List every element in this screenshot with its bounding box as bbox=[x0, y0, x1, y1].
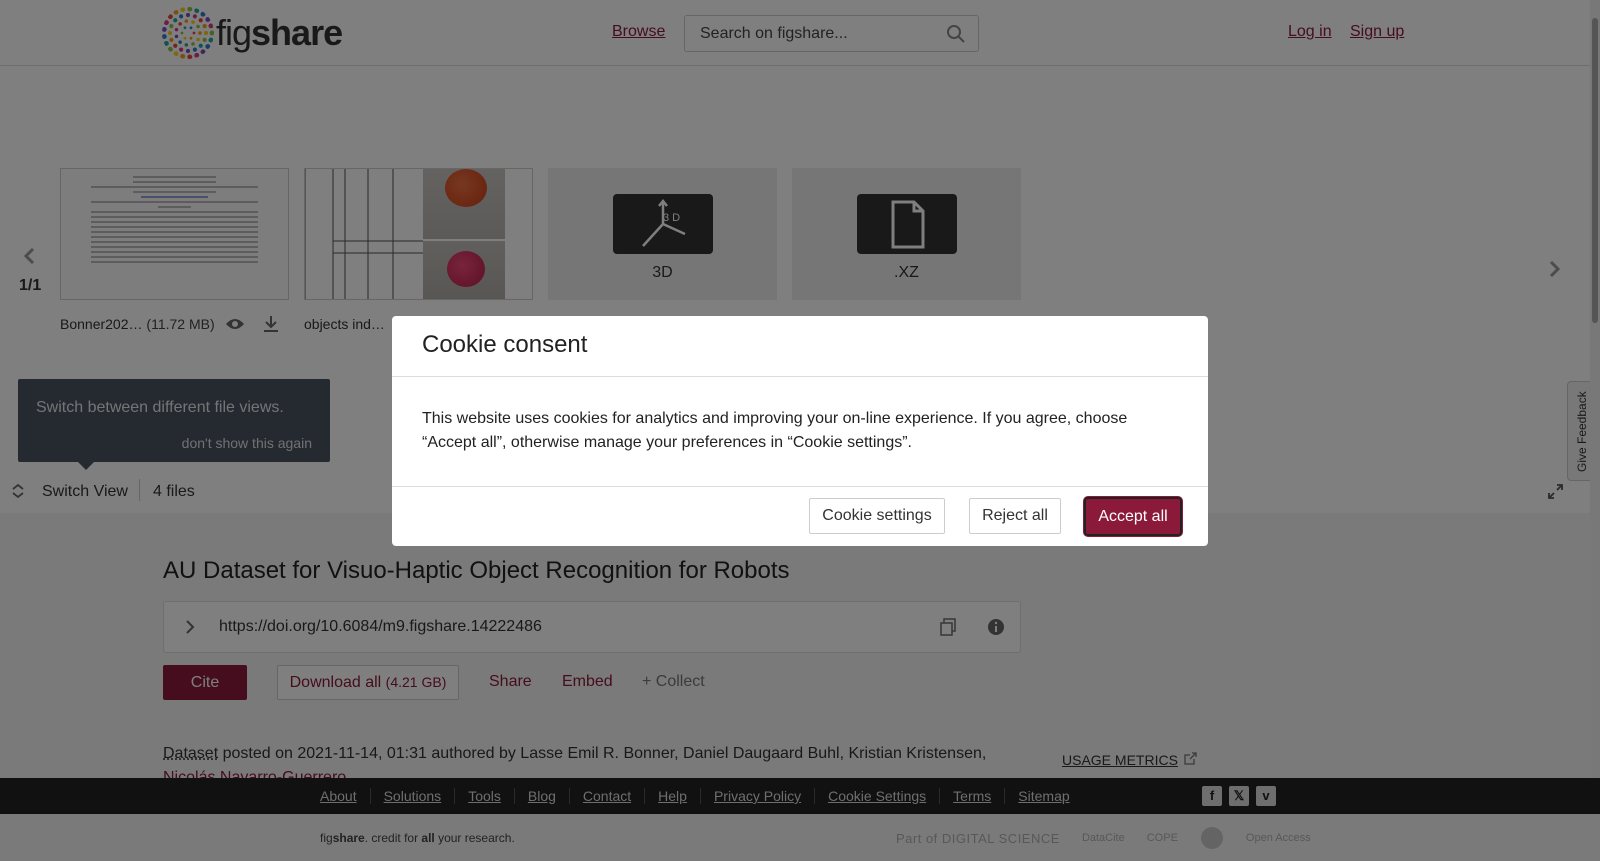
cookie-consent-dialog: Cookie consent This website uses cookies… bbox=[392, 316, 1208, 546]
cookie-dialog-title: Cookie consent bbox=[422, 331, 588, 358]
cookie-settings-button[interactable]: Cookie settings bbox=[809, 498, 945, 534]
reject-all-button[interactable]: Reject all bbox=[969, 498, 1061, 534]
accept-all-button[interactable]: Accept all bbox=[1084, 497, 1182, 536]
cookie-dialog-body: This website uses cookies for analytics … bbox=[422, 410, 1128, 451]
